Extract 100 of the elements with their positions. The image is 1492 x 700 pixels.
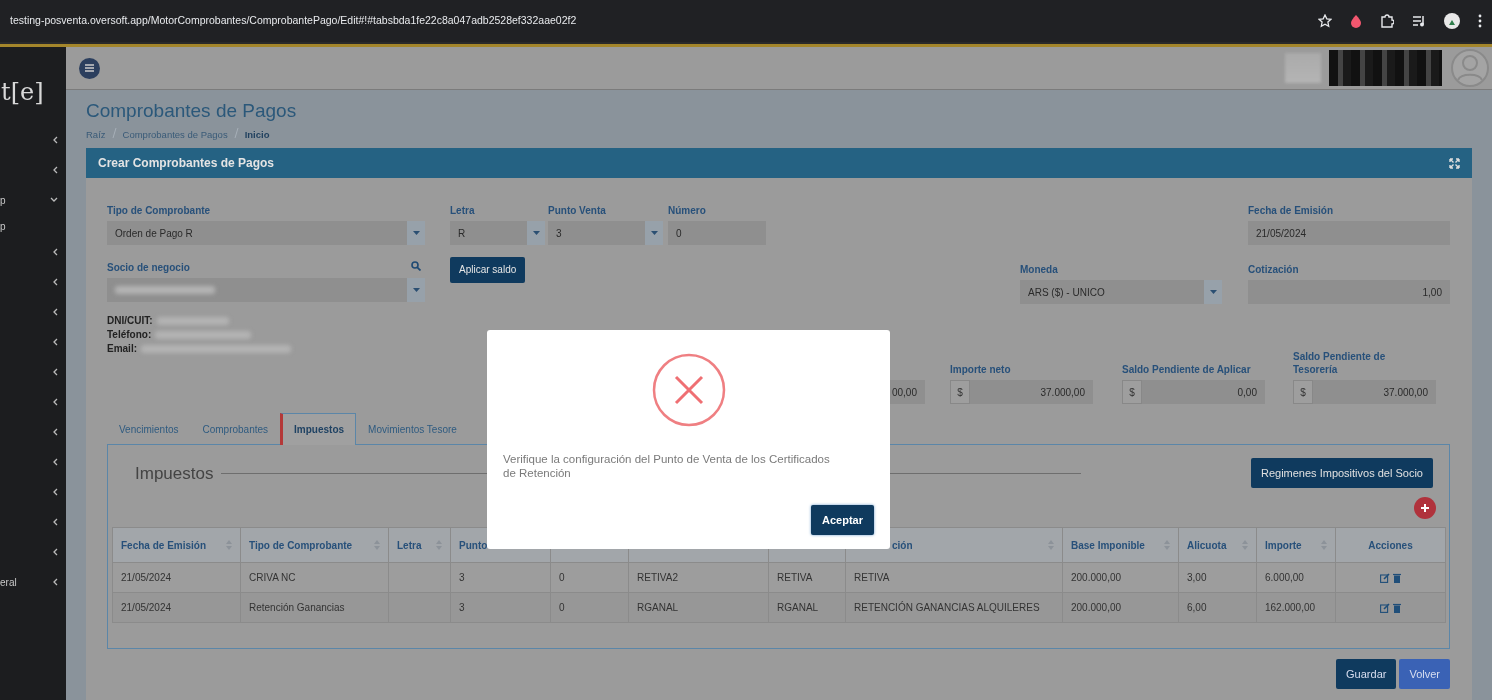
table-cell: 0 — [550, 592, 629, 623]
tab[interactable]: Movimientos Tesore — [356, 414, 469, 445]
column-header[interactable]: Tipo de Comprobante — [240, 527, 389, 563]
table-cell: Retención Ganancias — [240, 592, 389, 623]
chevron-left-icon[interactable] — [53, 248, 58, 256]
dropdown[interactable]: 3 — [548, 221, 663, 246]
tab[interactable]: Vencimientos — [107, 414, 191, 445]
breadcrumb-item[interactable]: Raíz — [86, 128, 106, 143]
column-header[interactable]: Fecha de Emisión — [112, 527, 241, 563]
field-label: Letra — [450, 204, 475, 218]
breadcrumb-item: Inicio — [244, 128, 270, 142]
field-label: Socio de negocio — [107, 261, 190, 275]
table-cell: 162.000,00 — [1256, 592, 1336, 623]
field-label: Número — [668, 204, 706, 218]
ok-button[interactable]: Aceptar — [811, 505, 874, 535]
table-cell: 6.000,00 — [1256, 562, 1336, 593]
expand-icon[interactable] — [1449, 157, 1460, 169]
chevron-left-icon[interactable] — [53, 308, 58, 316]
table-cell: 21/05/2024 — [112, 592, 241, 623]
panel-title: Crear Comprobantes de Pagos — [98, 155, 275, 173]
chevron-left-icon[interactable] — [53, 136, 58, 144]
save-button[interactable]: Guardar — [1336, 659, 1397, 690]
table-cell: RGANAL — [628, 592, 769, 623]
chevron-left-icon[interactable] — [53, 398, 58, 406]
search-icon[interactable] — [411, 261, 421, 272]
currency-addon: $ — [1122, 380, 1142, 405]
sidebar-item[interactable]: p — [0, 218, 6, 234]
column-header[interactable]: Base Imponible — [1062, 527, 1179, 563]
table-cell: RETIVA2 — [628, 562, 769, 593]
dropdown[interactable]: Orden de Pago R — [107, 221, 425, 246]
currency-addon: $ — [1293, 380, 1313, 405]
trash-icon[interactable] — [1393, 572, 1401, 583]
edit-icon[interactable] — [1380, 572, 1390, 583]
chevron-left-icon[interactable] — [53, 428, 58, 436]
column-header[interactable]: Importe — [1256, 527, 1336, 563]
table-cell: 0 — [550, 562, 629, 593]
input-field[interactable]: 37.000,00 — [1313, 380, 1436, 405]
dropdown[interactable]: R — [450, 221, 545, 246]
chevron-left-icon[interactable] — [53, 338, 58, 346]
breadcrumb-separator — [233, 128, 239, 138]
table-cell: RGANAL — [768, 592, 846, 623]
currency-addon: $ — [950, 380, 970, 405]
address-bar-url[interactable]: testing-posventa.oversoft.app/MotorComprobantes/ComprobantePago/Edit#!#tabsbda1fe22c8a047adb2528ef332aae02f2 — [10, 13, 577, 29]
table-cell: RETIVA — [845, 562, 1063, 593]
profile-avatar-icon[interactable] — [1444, 13, 1460, 29]
field-label: Importe neto — [950, 363, 1012, 377]
breadcrumb-item[interactable]: Comprobantes de Pagos — [122, 128, 228, 143]
table-cell: 3 — [450, 592, 551, 623]
column-header[interactable]: Letra — [388, 527, 451, 563]
field-label: Punto Venta — [548, 204, 606, 218]
column-header[interactable]: Alicuota — [1178, 527, 1257, 563]
input-field[interactable]: 0 — [668, 221, 766, 246]
chevron-left-icon[interactable] — [53, 368, 58, 376]
tab[interactable]: Comprobantes — [190, 414, 281, 445]
input-field[interactable]: 21/05/2024 — [1248, 221, 1450, 246]
tab[interactable]: Impuestos — [280, 413, 357, 446]
trash-icon[interactable] — [1393, 602, 1401, 613]
chevron-left-icon[interactable] — [53, 578, 58, 586]
chevron-left-icon[interactable] — [53, 458, 58, 466]
caret-icon — [412, 288, 420, 293]
section-title: Impuestos — [135, 462, 214, 485]
table-cell: 3 — [450, 562, 551, 593]
dialog-message: Verifique la configuración del Punto de Venta de los Certificados de Retención — [503, 452, 831, 480]
input-field[interactable]: 0,00 — [1142, 380, 1265, 405]
sidebar-item[interactable]: p — [0, 192, 6, 208]
menu-icon — [85, 64, 94, 72]
chevron-left-icon[interactable] — [53, 548, 58, 556]
contact-label: DNI/CUIT: — [107, 314, 153, 329]
chevron-left-icon[interactable] — [53, 278, 58, 286]
input-field[interactable]: 1,00 — [1248, 280, 1450, 305]
caret-icon — [532, 231, 540, 236]
error-icon — [650, 352, 727, 428]
chevron-left-icon[interactable] — [53, 166, 58, 174]
add-button[interactable] — [1414, 497, 1436, 520]
input-field[interactable]: 37.000,00 — [970, 380, 1093, 405]
back-button[interactable]: Volver — [1399, 659, 1450, 690]
puzzle-icon[interactable] — [1380, 14, 1394, 28]
field-label: Saldo Pendiente de Aplicar — [1122, 363, 1252, 377]
dropdown[interactable]: ARS ($) - UNICO — [1020, 280, 1222, 305]
caret-icon — [1209, 290, 1217, 295]
field-label: Tipo de Comprobante — [107, 204, 211, 218]
media-icon[interactable] — [1412, 15, 1426, 27]
chevron-left-icon[interactable] — [53, 488, 58, 496]
field-label: Fecha de Emisión — [1248, 204, 1334, 218]
more-menu-icon[interactable] — [1478, 14, 1482, 28]
edit-icon[interactable] — [1380, 602, 1390, 613]
chevron-left-icon[interactable] — [53, 518, 58, 526]
sidebar-item[interactable]: eral — [0, 574, 17, 590]
table-cell: CRIVA NC — [240, 562, 389, 593]
menu-button[interactable] — [79, 57, 100, 79]
apply-button[interactable]: Aplicar saldo — [450, 256, 526, 283]
table-cell: 200.000,00 — [1062, 562, 1179, 593]
table-cell: 21/05/2024 — [112, 562, 241, 593]
breadcrumb-separator — [111, 128, 117, 138]
input-field[interactable]: 00,00 — [890, 380, 925, 405]
star-icon[interactable] — [1318, 14, 1332, 28]
page-title: Comprobantes de Pagos — [86, 100, 297, 122]
chevron-down-icon[interactable] — [50, 197, 58, 203]
plus-icon — [1421, 504, 1429, 513]
tax-regimes-button[interactable]: Regimenes Impositivos del Socio — [1250, 458, 1433, 489]
